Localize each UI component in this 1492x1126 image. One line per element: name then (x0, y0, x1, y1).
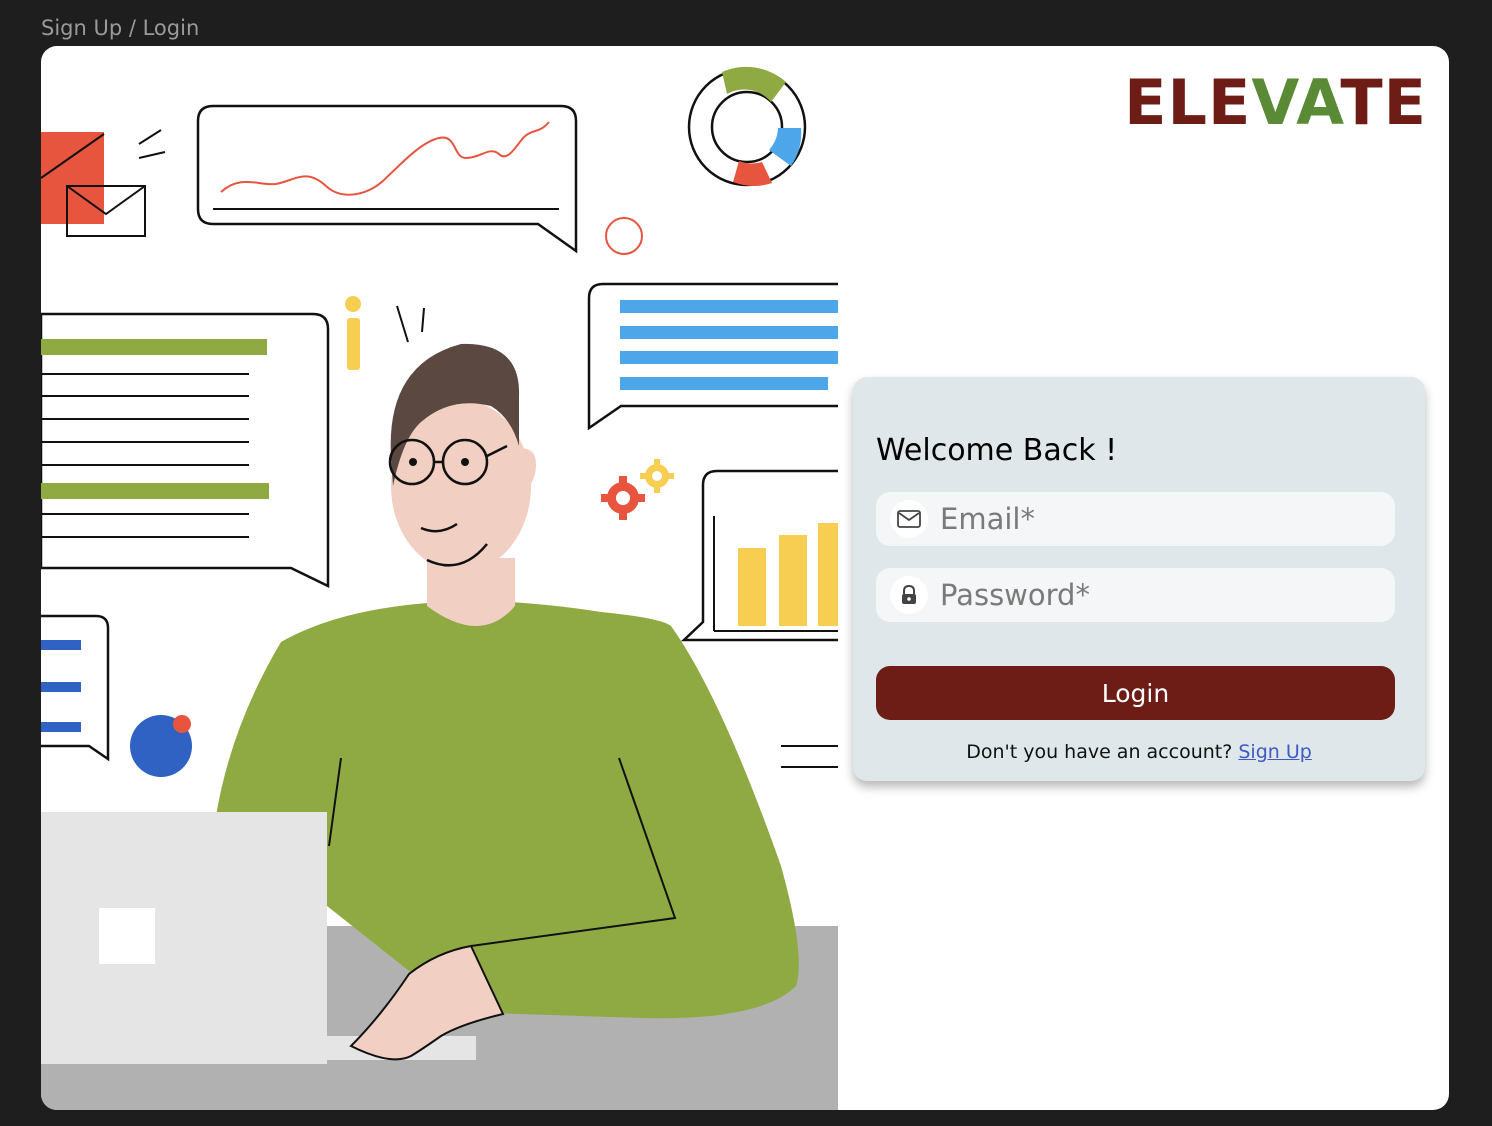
bar-chart-bubble (680, 469, 838, 642)
password-field-wrapper (876, 568, 1395, 622)
donut-chart-graphic (687, 66, 807, 187)
gear-icon (601, 459, 674, 520)
email-field[interactable] (938, 501, 1382, 537)
signup-prompt-text: Don't you have an account? (966, 741, 1233, 763)
signup-prompt-row: Don't you have an account? Sign Up (853, 741, 1425, 763)
lock-icon (890, 576, 928, 614)
brand-part-3: TE (1340, 66, 1427, 139)
login-form: Welcome Back ! Login Don't y (853, 377, 1425, 781)
info-icon (345, 296, 361, 370)
red-square-shape (41, 132, 104, 224)
signup-link[interactable]: Sign Up (1238, 741, 1311, 763)
password-field[interactable] (938, 577, 1382, 613)
window-title: Sign Up / Login (41, 16, 200, 40)
brand-part-1: ELE (1124, 66, 1252, 139)
welcome-heading: Welcome Back ! (876, 433, 1118, 468)
email-field-wrapper (876, 492, 1395, 546)
brand-logo: ELEVATE (1124, 72, 1427, 134)
login-card: ELEVATE Welcome Back ! Log (41, 46, 1449, 1110)
text-bubble-right (587, 282, 838, 431)
login-button[interactable]: Login (876, 666, 1395, 720)
text-bubble-left (41, 312, 330, 588)
list-bubble-small (41, 614, 110, 762)
envelope-icon (890, 500, 928, 538)
line-chart-bubble (196, 104, 578, 254)
brand-part-2: VA (1251, 66, 1341, 139)
notification-dot (130, 715, 192, 777)
hero-illustration (41, 66, 838, 1110)
